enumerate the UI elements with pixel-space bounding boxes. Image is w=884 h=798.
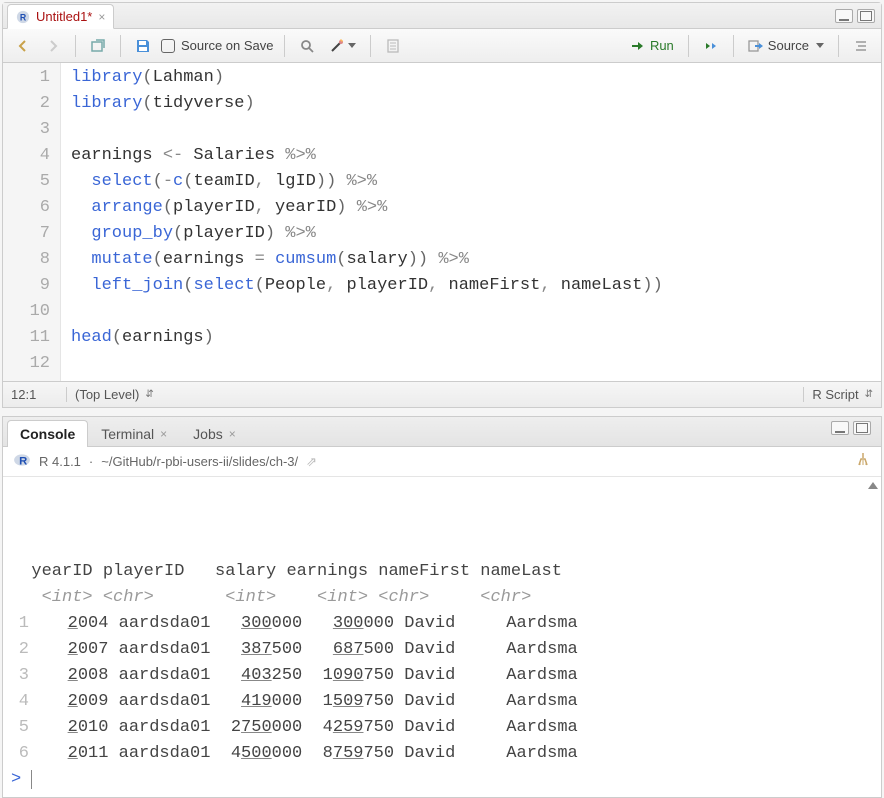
svg-text:R: R [19,456,27,468]
close-icon[interactable]: × [98,10,105,24]
console-tab-console[interactable]: Console [7,420,88,447]
scroll-up-icon[interactable] [867,479,879,491]
nav-back-button[interactable] [11,35,35,57]
editor-pane: R Untitled1* × Source on Save [2,2,882,408]
console-output[interactable]: yearID playerID salary earnings nameFirs… [3,477,881,797]
editor-toolbar: Source on Save Run Source [3,29,881,63]
source-on-save-label: Source on Save [181,38,274,53]
r-version-label: R 4.1.1 [39,454,81,469]
maximize-pane-button[interactable] [857,9,875,23]
cursor-position: 12:1 [11,387,67,402]
table-row: 4 2009 aardsda01 419000 1509750 David Aa… [11,689,881,715]
r-file-icon: R [16,10,30,24]
source-on-save-toggle[interactable]: Source on Save [161,38,274,53]
console-tab-jobs[interactable]: Jobs × [180,420,249,447]
table-row: 6 2011 aardsda01 4500000 8759750 David A… [11,741,881,767]
save-button[interactable] [131,35,155,57]
maximize-pane-button[interactable] [853,421,871,435]
table-row: 3 2008 aardsda01 403250 1090750 David Aa… [11,663,881,689]
wd-popout-icon[interactable]: ⇗ [306,454,317,470]
sort-icon: ⇵ [145,389,153,400]
find-button[interactable] [295,35,319,57]
editor-tab-untitled[interactable]: R Untitled1* × [7,4,114,29]
chevron-down-icon [816,43,824,48]
sort-icon: ⇵ [865,389,873,400]
line-number-gutter: 123456789101112 [3,63,61,381]
console-tab-terminal[interactable]: Terminal × [88,420,180,447]
scope-label: (Top Level) [75,387,139,402]
checkbox-icon [161,39,175,53]
console-pane: Console Terminal × Jobs × R R 4.1.1 · ~/GitH… [2,416,882,798]
tab-label: Terminal [101,426,154,442]
table-row: 5 2010 aardsda01 2750000 4259750 David A… [11,715,881,741]
console-window-controls [831,421,877,435]
minimize-pane-button[interactable] [831,421,849,435]
nav-forward-button[interactable] [41,35,65,57]
code-tools-button[interactable] [325,35,360,57]
r-logo-icon: R [13,451,31,472]
code-editor[interactable]: 123456789101112 library(Lahman)library(t… [3,63,881,381]
editor-window-controls [835,9,881,23]
console-tabbar: Console Terminal × Jobs × [3,417,881,447]
show-in-new-window-button[interactable] [86,35,110,57]
run-button-label: Run [650,38,674,53]
language-selector[interactable]: R Script ⇵ [803,387,873,402]
run-button[interactable]: Run [626,35,678,57]
rerun-button[interactable] [699,35,723,57]
working-directory[interactable]: ~/GitHub/r-pbi-users-ii/slides/ch-3/ [101,454,298,469]
table-row: 1 2004 aardsda01 300000 300000 David Aar… [11,611,881,637]
clear-console-button[interactable] [855,451,871,472]
compile-report-button[interactable] [381,35,405,57]
svg-text:R: R [20,12,27,22]
source-button-label: Source [768,38,809,53]
source-button[interactable]: Source [744,35,828,57]
outline-button[interactable] [849,35,873,57]
editor-statusbar: 12:1 (Top Level) ⇵ R Script ⇵ [3,381,881,407]
minimize-pane-button[interactable] [835,9,853,23]
editor-tabbar: R Untitled1* × [3,3,881,29]
console-info-bar: R R 4.1.1 · ~/GitHub/r-pbi-users-ii/slid… [3,447,881,477]
language-label: R Script [812,387,858,402]
table-row: 2 2007 aardsda01 387500 687500 David Aar… [11,637,881,663]
tab-label: Console [20,426,75,442]
chevron-down-icon [348,43,356,48]
info-separator: · [89,454,93,469]
close-icon[interactable]: × [229,427,236,441]
code-content[interactable]: library(Lahman)library(tidyverse) earnin… [61,63,881,381]
console-prompt[interactable]: > [11,767,881,793]
editor-tab-label: Untitled1* [36,9,92,24]
scope-selector[interactable]: (Top Level) ⇵ [67,387,154,402]
tab-label: Jobs [193,426,223,442]
close-icon[interactable]: × [160,427,167,441]
